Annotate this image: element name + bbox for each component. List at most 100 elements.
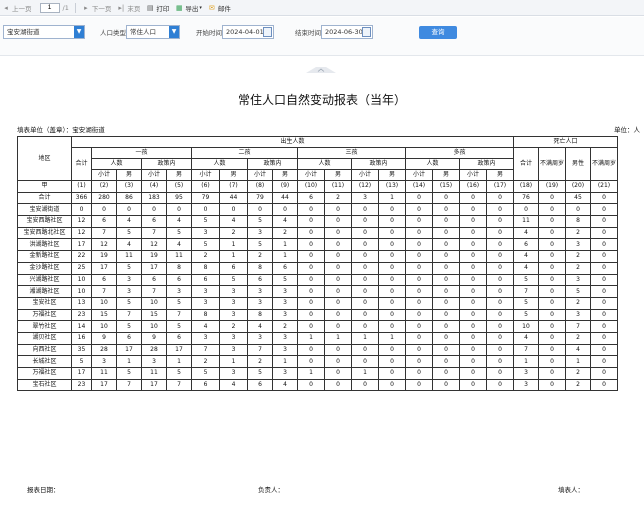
page-number-input[interactable] [39,2,60,13]
calendar-icon[interactable] [362,27,371,37]
table-cell: 2 [219,320,248,333]
table-cell: 15 [141,308,167,322]
table-cell: 366 [71,191,92,205]
header-subtotal: 小计 [141,169,167,181]
export-button[interactable]: ▦ 导出 ▾ [175,3,202,13]
table-cell: 10 [91,320,117,333]
calendar-icon[interactable] [263,27,272,37]
table-cell: 3 [116,285,142,298]
table-cell: 1 [272,355,298,368]
table-cell: 5 [272,273,298,287]
table-cell: 0 [324,296,352,310]
collapse-arrow-icon[interactable] [306,67,336,73]
table-cell: 5 [166,226,192,240]
table-cell: 0 [486,355,514,368]
table-cell: 25 [71,261,92,275]
table-cell: 0 [351,273,379,287]
prev-page-button[interactable]: ◂ 上一页 [2,3,31,13]
table-cell: 4 [513,331,539,345]
table-cell: 0 [486,273,514,287]
row-region-name: 宝安西路北社区 [17,226,72,240]
table-cell: 0 [538,285,566,298]
table-cell: 0 [538,261,566,275]
chevron-down-icon: ▼ [74,26,84,38]
table-cell: 3 [272,308,298,322]
table-cell: 0 [324,285,352,298]
table-cell: 5 [513,296,539,310]
table-cell: 0 [297,203,325,217]
col-code: (18) [513,180,539,193]
table-cell: 0 [71,203,92,217]
table-cell: 0 [141,203,167,217]
table-row: 万福社区 17 11 5 11 5 5 3 5 3 1 0 1 0 0 0 0 0 3 0 2 0 [17,367,618,380]
end-date-input[interactable]: 2024-06-30 [321,25,373,39]
table-cell: 0 [405,261,433,275]
table-cell: 8 [247,308,273,322]
header-male: 男 [272,169,298,181]
table-cell: 17 [71,238,92,252]
table-cell: 0 [297,343,325,357]
chevron-down-icon: ▾ [199,4,202,11]
table-cell: 11 [141,367,167,380]
print-button[interactable]: ▤ 打印 [146,3,169,13]
header-death-total: 合计 [513,147,539,181]
table-cell: 1 [513,355,539,368]
table-row: 宝安社区 13 10 5 10 5 3 3 3 3 0 0 0 0 0 0 0 0 5 0 2 0 [17,296,618,310]
table-cell: 3 [219,285,248,298]
reporting-unit: 填表单位（盖章）：宝安湖街道 [17,126,105,134]
table-cell: 95 [166,191,192,205]
table-cell: 0 [590,226,618,240]
table-cell: 0 [590,343,618,357]
last-page-button[interactable]: ▸| 末页 [117,3,140,13]
table-cell: 0 [459,191,487,205]
table-cell: 0 [351,285,379,298]
table-cell: 2 [247,250,273,263]
table-cell: 0 [405,343,433,357]
table-cell: 0 [351,203,379,217]
table-row: 湘湖路社区 10 7 3 7 3 3 3 3 3 0 0 0 0 0 0 0 0 7 0 5 0 [17,285,618,298]
header-subtotal: 小计 [297,169,325,181]
table-cell: 4 [219,378,248,392]
row-region-name: 翠竹社区 [17,320,72,333]
table-row: 洪湖路社区 17 12 4 12 4 5 1 5 1 0 0 0 0 0 0 0 0 6 0 3 0 [17,238,618,252]
table-cell: 17 [141,261,167,275]
table-cell: 3 [219,296,248,310]
table-cell: 0 [378,215,406,228]
table-cell: 1 [297,331,325,345]
table-cell: 0 [324,238,352,252]
table-cell: 3 [565,308,591,322]
table-cell: 0 [538,343,566,357]
email-button[interactable]: ✉ 邮件 [208,3,231,13]
table-cell: 0 [432,367,460,380]
start-date-input[interactable]: 2024-04-01 [222,25,274,39]
header-male: 男 [378,169,406,181]
table-cell: 3 [513,378,539,392]
query-button[interactable]: 查询 [419,26,457,39]
table-row: 宝安西路社区 12 6 4 6 4 5 4 5 4 0 0 0 0 0 0 0 0 11 0 8 0 [17,215,618,228]
table-cell: 3 [91,355,117,368]
table-cell: 0 [459,343,487,357]
table-cell: 5 [219,273,248,287]
table-cell: 7 [91,285,117,298]
table-cell: 0 [405,378,433,392]
table-cell: 1 [116,355,142,368]
header-first-child: 一孩 [91,147,192,159]
table-cell: 5 [247,215,273,228]
table-cell: 0 [324,203,352,217]
population-type-select[interactable]: 常住人口 ▼ [126,25,180,39]
region-select[interactable]: 宝安湖街道 ▼ [3,25,85,39]
table-row: 宝安西路北社区 12 7 5 7 5 3 2 3 2 0 0 0 0 0 0 0 0 4 0 2 0 [17,226,618,240]
table-row: 向西社区 35 28 17 28 17 7 3 7 3 0 0 0 0 0 0 0 0 7 0 4 0 [17,343,618,357]
table-cell: 4 [191,320,220,333]
table-cell: 0 [405,215,433,228]
table-cell: 5 [513,273,539,287]
table-cell: 76 [513,191,539,205]
table-cell: 4 [247,320,273,333]
table-cell: 4 [116,238,142,252]
table-cell: 3 [166,285,192,298]
table-cell: 4 [166,238,192,252]
table-cell: 5 [166,296,192,310]
next-page-button[interactable]: ▸ 下一页 [82,3,111,13]
table-cell: 86 [116,191,142,205]
table-cell: 0 [459,285,487,298]
